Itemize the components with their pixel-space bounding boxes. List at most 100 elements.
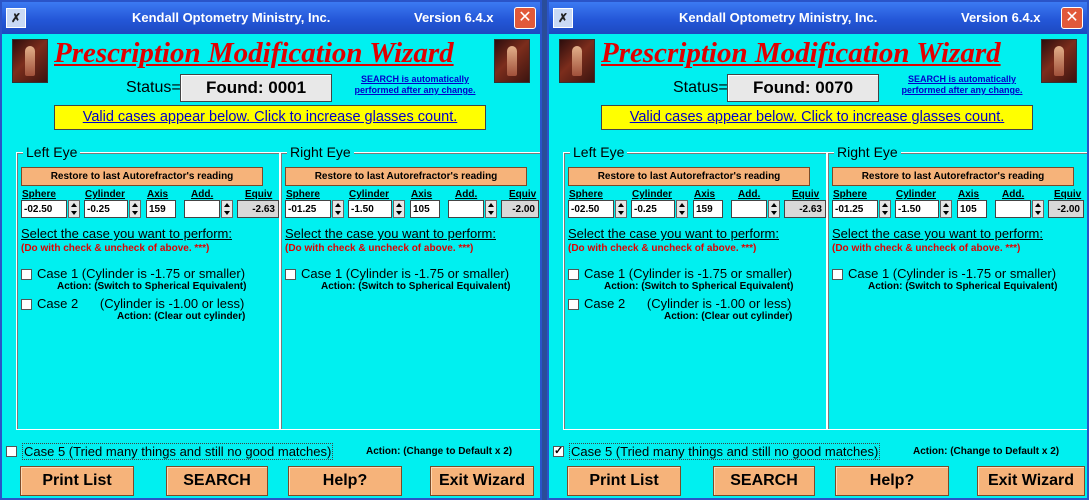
- right-restore-button[interactable]: Restore to last Autorefractor's reading: [832, 167, 1074, 186]
- search-button[interactable]: SEARCH: [713, 466, 815, 496]
- sphere-field[interactable]: -01.25: [832, 200, 878, 218]
- case2-checkbox[interactable]: [21, 299, 32, 310]
- equiv-field: -2.63: [784, 200, 826, 218]
- case2-label[interactable]: Case 2 (Cylinder is -1.00 or less): [37, 296, 244, 311]
- add-spinner[interactable]: [1032, 200, 1044, 218]
- sphere-field[interactable]: -01.25: [285, 200, 331, 218]
- cylinder-field[interactable]: -0.25: [631, 200, 675, 218]
- left-eye-legend: Left Eye: [23, 144, 81, 160]
- select-case-heading: Select the case you want to perform:: [285, 226, 496, 241]
- cylinder-spinner[interactable]: [940, 200, 952, 218]
- sphere-field[interactable]: -02.50: [568, 200, 614, 218]
- case1-label[interactable]: Case 1 (Cylinder is -1.75 or smaller): [37, 266, 245, 281]
- cylinder-label: Cylinder: [85, 189, 126, 200]
- sphere-spinner[interactable]: [879, 200, 891, 218]
- add-spinner[interactable]: [221, 200, 233, 218]
- logo-right-icon: [1041, 39, 1077, 83]
- sphere-spinner[interactable]: [68, 200, 80, 218]
- do-note: (Do with check & uncheck of above. ***): [21, 243, 210, 254]
- close-icon[interactable]: ✕: [514, 7, 536, 29]
- case1-checkbox[interactable]: [832, 269, 843, 280]
- case1-label[interactable]: Case 1 (Cylinder is -1.75 or smaller): [301, 266, 509, 281]
- search-button[interactable]: SEARCH: [166, 466, 268, 496]
- add-field[interactable]: [448, 200, 484, 218]
- axis-field[interactable]: 159: [693, 200, 723, 218]
- version-label: Version 6.4.x: [414, 10, 494, 25]
- help-button[interactable]: Help?: [288, 466, 402, 496]
- add-spinner[interactable]: [768, 200, 780, 218]
- cylinder-field[interactable]: -0.25: [84, 200, 128, 218]
- equiv-field: -2.63: [237, 200, 279, 218]
- case1-action: Action: (Switch to Spherical Equivalent): [868, 281, 1058, 292]
- case5-label[interactable]: Case 5 (Tried many things and still no g…: [22, 443, 334, 460]
- left-eye-group: Left Eye Restore to last Autorefractor's…: [16, 144, 280, 430]
- wizard-window-2: ✗ Kendall Optometry Ministry, Inc. Versi…: [547, 0, 1089, 500]
- case5-checkbox[interactable]: ✓: [553, 446, 564, 457]
- wizard-window-1: ✗ Kendall Optometry Ministry, Inc. Versi…: [0, 0, 542, 500]
- cylinder-field[interactable]: -1.50: [895, 200, 939, 218]
- axis-label: Axis: [958, 189, 980, 200]
- equiv-field: -2.00: [501, 200, 539, 218]
- add-field[interactable]: [731, 200, 767, 218]
- status-label: Status=: [126, 79, 181, 96]
- axis-label: Axis: [694, 189, 716, 200]
- case5-checkbox[interactable]: [6, 446, 17, 457]
- select-case-heading: Select the case you want to perform:: [832, 226, 1043, 241]
- title-bar: ✗ Kendall Optometry Ministry, Inc. Versi…: [2, 2, 540, 34]
- cylinder-spinner[interactable]: [129, 200, 141, 218]
- axis-field[interactable]: 105: [410, 200, 440, 218]
- right-eye-legend: Right Eye: [834, 144, 901, 160]
- sphere-spinner[interactable]: [615, 200, 627, 218]
- case2-label[interactable]: Case 2 (Cylinder is -1.00 or less): [584, 296, 791, 311]
- left-restore-button[interactable]: Restore to last Autorefractor's reading: [21, 167, 263, 186]
- cylinder-spinner[interactable]: [393, 200, 405, 218]
- cylinder-label: Cylinder: [632, 189, 673, 200]
- version-label: Version 6.4.x: [961, 10, 1041, 25]
- add-field[interactable]: [184, 200, 220, 218]
- axis-label: Axis: [411, 189, 433, 200]
- search-note: SEARCH is automatically performed after …: [354, 74, 476, 95]
- add-spinner[interactable]: [485, 200, 497, 218]
- equiv-label: Equiv: [245, 189, 273, 200]
- window-title: Kendall Optometry Ministry, Inc.: [679, 10, 878, 25]
- wizard-title: Prescription Modification Wizard: [601, 37, 1001, 69]
- case1-checkbox[interactable]: [285, 269, 296, 280]
- right-restore-button[interactable]: Restore to last Autorefractor's reading: [285, 167, 527, 186]
- valid-cases-banner[interactable]: Valid cases appear below. Click to incre…: [601, 105, 1033, 130]
- case1-label[interactable]: Case 1 (Cylinder is -1.75 or smaller): [848, 266, 1056, 281]
- do-note: (Do with check & uncheck of above. ***): [568, 243, 757, 254]
- title-bar: ✗ Kendall Optometry Ministry, Inc. Versi…: [549, 2, 1087, 34]
- add-label: Add.: [1002, 189, 1025, 200]
- case2-action: Action: (Clear out cylinder): [664, 311, 793, 322]
- case2-action: Action: (Clear out cylinder): [117, 311, 246, 322]
- status-value: Found: 0070: [727, 74, 879, 102]
- window-title: Kendall Optometry Ministry, Inc.: [132, 10, 331, 25]
- case2-checkbox[interactable]: [568, 299, 579, 310]
- axis-field[interactable]: 159: [146, 200, 176, 218]
- sphere-label: Sphere: [22, 189, 56, 200]
- select-case-heading: Select the case you want to perform:: [568, 226, 779, 241]
- app-icon: ✗: [553, 8, 573, 28]
- case1-checkbox[interactable]: [21, 269, 32, 280]
- cylinder-spinner[interactable]: [676, 200, 688, 218]
- sphere-field[interactable]: -02.50: [21, 200, 67, 218]
- exit-wizard-button[interactable]: Exit Wizard: [977, 466, 1085, 496]
- sphere-spinner[interactable]: [332, 200, 344, 218]
- print-list-button[interactable]: Print List: [20, 466, 134, 496]
- print-list-button[interactable]: Print List: [567, 466, 681, 496]
- left-restore-button[interactable]: Restore to last Autorefractor's reading: [568, 167, 810, 186]
- help-button[interactable]: Help?: [835, 466, 949, 496]
- wizard-title: Prescription Modification Wizard: [54, 37, 454, 69]
- case5-label[interactable]: Case 5 (Tried many things and still no g…: [569, 443, 881, 460]
- add-field[interactable]: [995, 200, 1031, 218]
- exit-wizard-button[interactable]: Exit Wizard: [430, 466, 534, 496]
- case1-checkbox[interactable]: [568, 269, 579, 280]
- axis-field[interactable]: 105: [957, 200, 987, 218]
- status-value: Found: 0001: [180, 74, 332, 102]
- valid-cases-banner[interactable]: Valid cases appear below. Click to incre…: [54, 105, 486, 130]
- cylinder-field[interactable]: -1.50: [348, 200, 392, 218]
- case1-label[interactable]: Case 1 (Cylinder is -1.75 or smaller): [584, 266, 792, 281]
- add-label: Add.: [191, 189, 214, 200]
- case1-action: Action: (Switch to Spherical Equivalent): [321, 281, 511, 292]
- close-icon[interactable]: ✕: [1061, 7, 1083, 29]
